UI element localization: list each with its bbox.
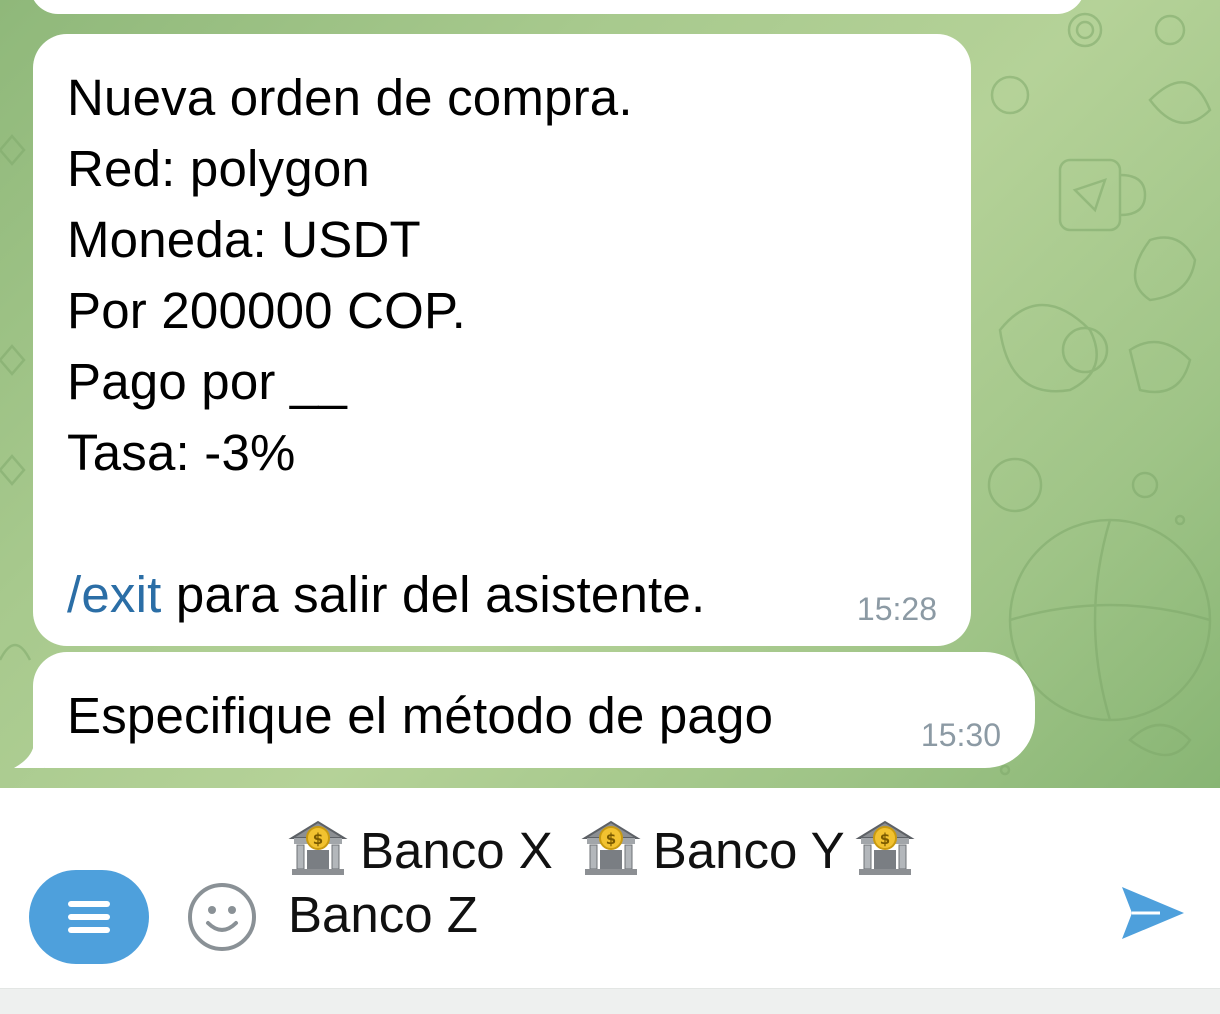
bank-icon: $ <box>288 820 348 875</box>
exit-hint-text: para salir del asistente. <box>161 566 706 623</box>
bubble-tail <box>14 744 44 768</box>
message-line: Por 200000 COP. <box>67 282 466 339</box>
previous-message-bubble <box>30 0 1085 14</box>
chat-area: Nueva orden de compra. Red: polygon Mone… <box>0 0 1220 788</box>
message-line: Pago por __ <box>67 353 348 410</box>
message-bubble-payment-prompt: Especifique el método de pago 15:30 <box>33 652 1035 768</box>
message-bubble-order: Nueva orden de compra. Red: polygon Mone… <box>33 34 971 646</box>
message-timestamp: 15:28 <box>856 591 937 627</box>
bank-option-label: Banco Y <box>652 822 845 879</box>
message-line: Especifique el método de pago <box>67 687 774 744</box>
message-input[interactable]: $ Banco X $ Banco Y $ Banco Z <box>288 818 988 947</box>
message-timestamp: 15:30 <box>920 717 1001 753</box>
exit-hint-line: /exit para salir del asistente. <box>67 559 937 630</box>
message-line: Moneda: USDT <box>67 211 421 268</box>
message-line: Red: polygon <box>67 140 370 197</box>
svg-text:$: $ <box>879 830 889 848</box>
svg-text:$: $ <box>606 830 616 848</box>
bank-option-label: Banco X <box>360 822 553 879</box>
message-line: Tasa: -3% <box>67 424 296 481</box>
message-line: Nueva orden de compra. <box>67 69 633 126</box>
menu-icon <box>68 901 110 933</box>
send-icon[interactable] <box>1120 883 1186 943</box>
emoji-icon[interactable] <box>186 881 258 953</box>
bank-icon: $ <box>855 820 915 875</box>
bot-menu-button[interactable] <box>29 870 149 964</box>
bank-option-label: Banco Z <box>288 886 478 943</box>
exit-command-link[interactable]: /exit <box>67 566 162 623</box>
bank-icon: $ <box>581 820 641 875</box>
message-composer: $ Banco X $ Banco Y $ Banco Z <box>0 788 1220 988</box>
system-navigation-strip <box>0 988 1220 1014</box>
svg-text:$: $ <box>313 830 323 848</box>
